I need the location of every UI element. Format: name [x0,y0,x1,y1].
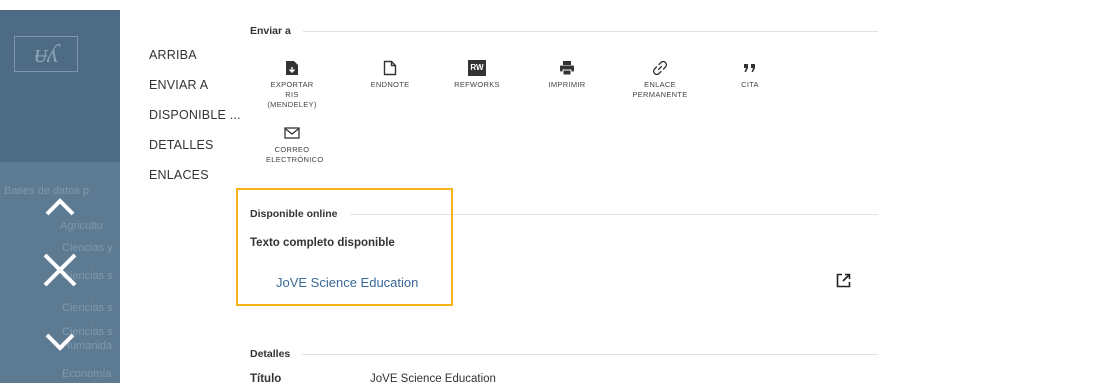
quote-icon [744,64,755,72]
action-label: ENLACE [644,80,676,89]
background-label: Economía [62,368,112,380]
divider [302,30,878,32]
link-icon [652,60,668,76]
envelope-icon [284,127,300,139]
email-button[interactable]: CORREO ELECTRÓNICO [266,123,324,165]
send-to-heading: Enviar a [250,25,878,37]
background-logo: ᵾʎ [14,36,78,72]
cite-button[interactable]: CITA [730,58,770,90]
action-label: (MENDELEY) [267,100,317,109]
background-label: Ciencias s [62,302,113,314]
printer-icon [560,61,574,76]
divider [302,353,878,355]
file-export-icon [286,61,298,75]
action-label: PERMANENTE [632,90,688,99]
action-label: RIS [285,90,299,99]
chevron-up-icon [45,198,75,216]
section-nav-detalles[interactable]: DETALLES [149,138,241,168]
details-heading-text: Detalles [250,348,291,360]
previous-record-button[interactable] [0,192,120,222]
action-label: EXPORTAR [270,80,314,89]
background-header: ᵾʎ [0,10,120,162]
endnote-button[interactable]: ENDNOTE [360,58,420,90]
refworks-button[interactable]: RW REFWORKS [447,58,507,90]
chevron-down-icon [45,333,75,351]
close-button[interactable] [0,250,120,290]
export-ris-button[interactable]: EXPORTAR RIS (MENDELEY) [262,58,322,110]
action-label: CITA [741,80,759,89]
details-heading: Detalles [250,348,878,360]
external-link-icon[interactable] [836,273,851,293]
action-label: REFWORKS [454,80,500,89]
section-nav-enlaces[interactable]: ENLACES [149,168,241,198]
focus-highlight [236,188,453,306]
print-button[interactable]: IMPRIMIR [537,58,597,90]
section-nav-arriba[interactable]: ARRIBA [149,48,241,78]
section-nav-enviar-a[interactable]: ENVIAR A [149,78,241,108]
action-label: CORREO [274,145,310,154]
details-row-label: Título [250,373,282,385]
action-label: ELECTRÓNICO [266,155,324,164]
section-nav-disponible[interactable]: DISPONIBLE ... [149,108,241,138]
section-nav: ARRIBA ENVIAR A DISPONIBLE ... DETALLES … [149,48,241,198]
action-label: ENDNOTE [370,80,410,89]
refworks-icon: RW [468,60,486,76]
details-row-value: JoVE Science Education [370,373,496,385]
action-label: IMPRIMIR [548,80,586,89]
document-icon [383,60,397,76]
close-icon [43,253,77,287]
top-strip [0,0,1099,10]
permalink-button[interactable]: ENLACE PERMANENTE [625,58,695,100]
send-to-heading-text: Enviar a [250,25,291,37]
next-record-button[interactable] [0,328,120,356]
